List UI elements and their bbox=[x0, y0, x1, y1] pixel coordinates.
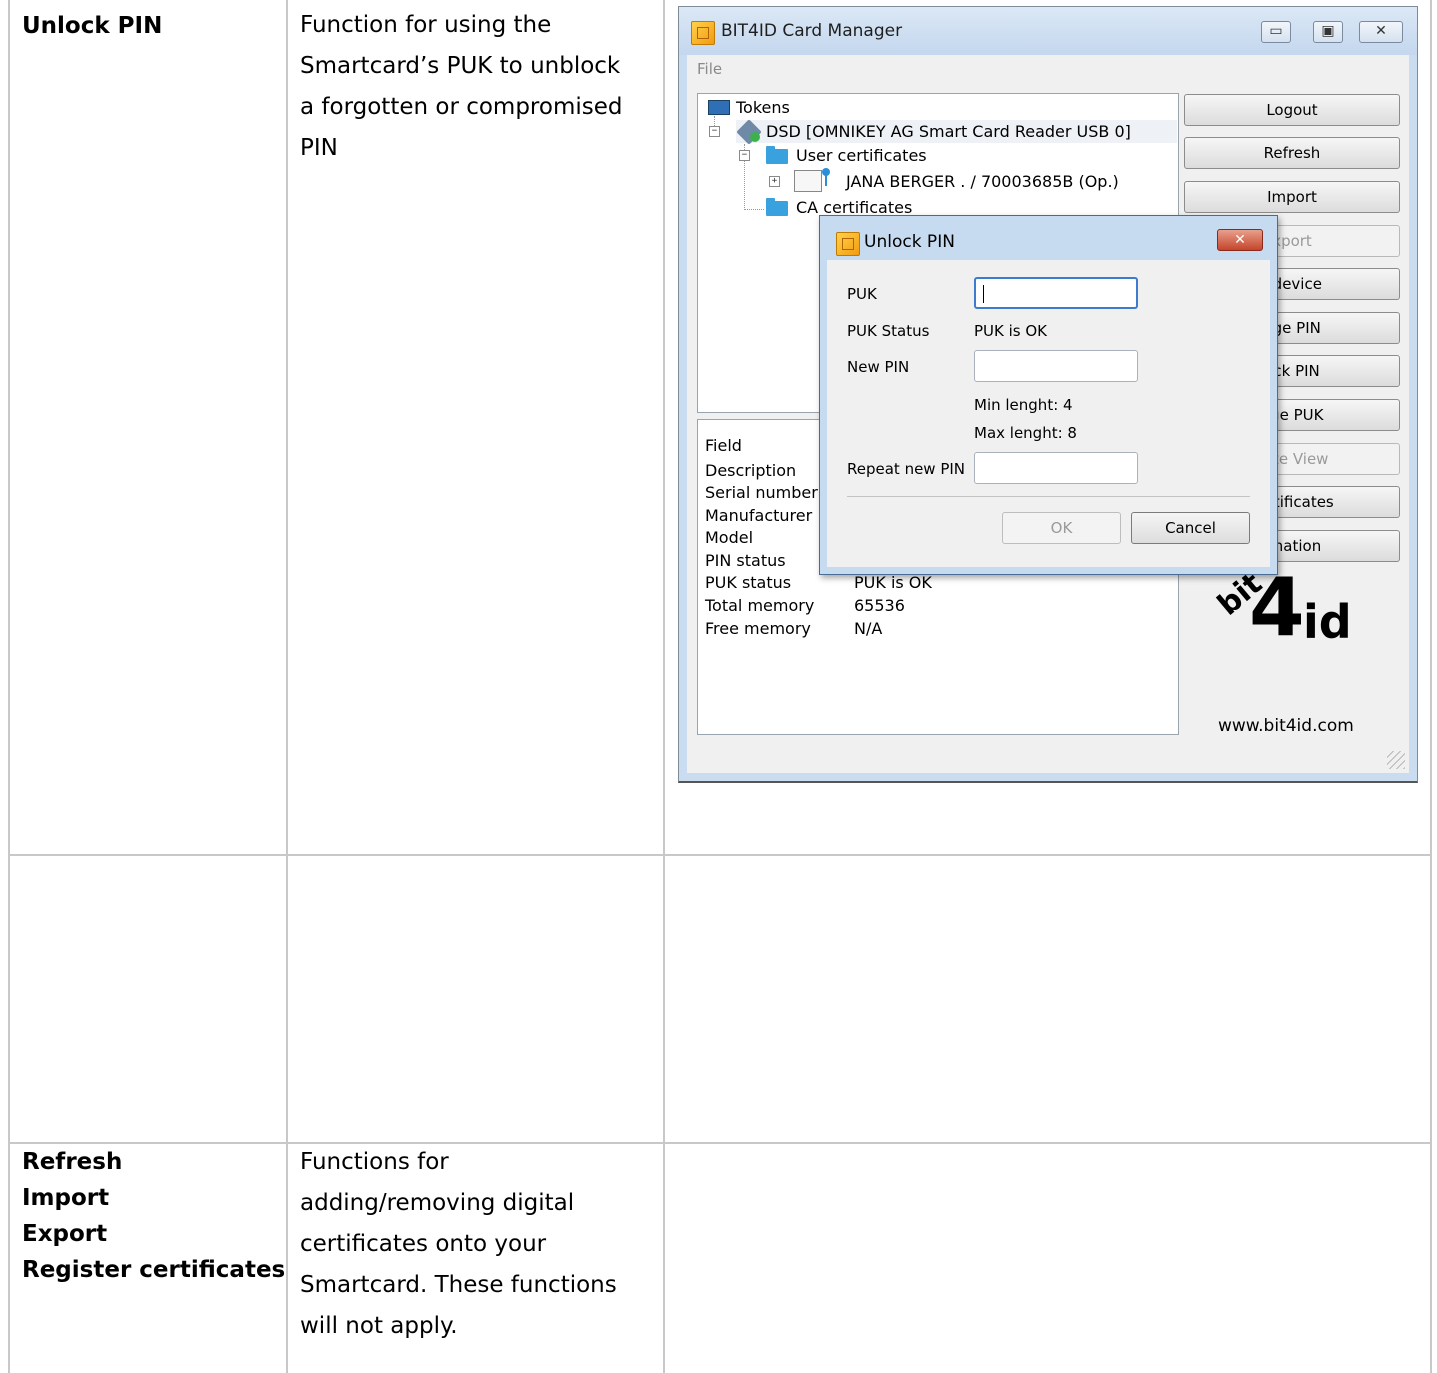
description-cell-certificate-functions: Functions for adding/removing digital ce… bbox=[300, 1142, 617, 1347]
tree-connector bbox=[744, 209, 764, 210]
repeat-pin-label: Repeat new PIN bbox=[847, 460, 966, 478]
description-line: certificates onto your bbox=[300, 1231, 547, 1257]
tree-item-tokens[interactable]: Tokens bbox=[736, 98, 790, 117]
minimize-button[interactable]: ▭ bbox=[1261, 21, 1291, 43]
min-length-hint: Min lenght: 4 bbox=[974, 396, 1073, 414]
max-length-hint: Max lenght: 8 bbox=[974, 424, 1077, 442]
logo-text-id: id bbox=[1303, 595, 1352, 649]
window-title: BIT4ID Card Manager bbox=[721, 21, 903, 41]
tree-item-reader[interactable]: DSD [OMNIKEY AG Smart Card Reader USB 0] bbox=[766, 122, 1131, 141]
puk-input[interactable] bbox=[974, 277, 1138, 309]
term-label: Register certificates bbox=[22, 1257, 286, 1283]
resize-grip-icon[interactable] bbox=[1387, 751, 1405, 769]
tree-collapse-icon[interactable]: − bbox=[709, 126, 720, 137]
unlock-pin-dialog: Unlock PIN ✕ PUK PUK Status PUK is OK Ne… bbox=[819, 215, 1278, 575]
new-pin-input[interactable] bbox=[974, 350, 1138, 382]
menu-bar: File bbox=[687, 55, 1409, 85]
table-row-divider-1 bbox=[8, 854, 1432, 856]
description-line: Smartcard. These functions bbox=[300, 1272, 617, 1298]
import-button[interactable]: Import bbox=[1184, 181, 1400, 213]
tree-collapse-icon[interactable]: − bbox=[739, 150, 750, 161]
field-value: PUK is OK bbox=[854, 573, 932, 592]
term-label: Import bbox=[22, 1185, 110, 1211]
puk-label: PUK bbox=[847, 285, 877, 303]
refresh-button[interactable]: Refresh bbox=[1184, 137, 1400, 169]
field-value: N/A bbox=[854, 619, 883, 638]
description-cell-unlock-pin: Function for using the Smartcard’s PUK t… bbox=[300, 5, 622, 169]
cancel-button[interactable]: Cancel bbox=[1131, 512, 1250, 544]
check-icon bbox=[750, 132, 760, 142]
dialog-close-button[interactable]: ✕ bbox=[1217, 229, 1263, 251]
dialog-title: Unlock PIN bbox=[864, 232, 955, 252]
folder-icon bbox=[766, 146, 788, 164]
field-label: Serial number bbox=[705, 483, 818, 502]
description-line: a forgotten or compromised bbox=[300, 94, 623, 120]
tree-item-certificate[interactable]: JANA BERGER . / 70003685B (Op.) bbox=[846, 172, 1119, 191]
field-value: 65536 bbox=[854, 596, 905, 615]
puk-status-label: PUK Status bbox=[847, 322, 930, 340]
term-label: Refresh bbox=[22, 1149, 123, 1175]
field-label: PUK status bbox=[705, 573, 792, 592]
field-label: Manufacturer bbox=[705, 506, 813, 525]
term-label: Unlock PIN bbox=[22, 13, 163, 39]
dialog-body: PUK PUK Status PUK is OK New PIN Min len… bbox=[827, 260, 1270, 567]
term-cell-unlock-pin: Unlock PIN bbox=[22, 8, 162, 44]
repeat-pin-input[interactable] bbox=[974, 452, 1138, 484]
description-line: Functions for bbox=[300, 1149, 449, 1175]
field-label: Total memory bbox=[705, 596, 815, 615]
tree-item-user-certificates[interactable]: User certificates bbox=[796, 146, 927, 165]
field-label: Description bbox=[705, 461, 797, 480]
term-cell-certificate-functions: Refresh Import Export Register certifica… bbox=[22, 1144, 285, 1288]
app-icon bbox=[691, 21, 715, 45]
certificate-icon bbox=[794, 170, 822, 192]
tree-expand-icon[interactable]: + bbox=[769, 176, 780, 187]
dialog-separator bbox=[847, 496, 1250, 497]
table-border-right bbox=[1430, 0, 1432, 1373]
term-label: Export bbox=[22, 1221, 108, 1247]
maximize-button[interactable]: ▣ bbox=[1313, 21, 1343, 43]
ok-button[interactable]: OK bbox=[1002, 512, 1121, 544]
folder-icon bbox=[766, 198, 788, 216]
description-line: will not apply. bbox=[300, 1313, 458, 1339]
column-header-field[interactable]: Field bbox=[705, 436, 742, 455]
menu-file[interactable]: File bbox=[697, 60, 722, 78]
text-cursor bbox=[983, 285, 984, 303]
close-button[interactable]: ✕ bbox=[1359, 21, 1403, 43]
window-titlebar[interactable]: BIT4ID Card Manager ▭ ▣ ✕ bbox=[679, 7, 1417, 55]
puk-status-value: PUK is OK bbox=[974, 322, 1048, 340]
website-link: www.bit4id.com bbox=[1218, 716, 1354, 736]
dialog-app-icon bbox=[836, 232, 860, 256]
logout-button[interactable]: Logout bbox=[1184, 94, 1400, 126]
field-label: PIN status bbox=[705, 551, 786, 570]
new-pin-label: New PIN bbox=[847, 358, 910, 376]
table-divider-desc bbox=[663, 0, 665, 1373]
field-label: Free memory bbox=[705, 619, 811, 638]
logo-text-four: 4 bbox=[1249, 561, 1305, 654]
bit4id-logo: bit 4 id bbox=[1211, 563, 1365, 663]
table-border-left bbox=[8, 0, 10, 1373]
table-divider-term bbox=[286, 0, 288, 1373]
description-line: adding/removing digital bbox=[300, 1190, 575, 1216]
computer-icon bbox=[708, 100, 730, 115]
description-line: Smartcard’s PUK to unblock bbox=[300, 53, 621, 79]
description-line: Function for using the bbox=[300, 12, 552, 38]
field-label: Model bbox=[705, 528, 754, 547]
description-line: PIN bbox=[300, 135, 338, 161]
key-icon bbox=[822, 168, 830, 186]
